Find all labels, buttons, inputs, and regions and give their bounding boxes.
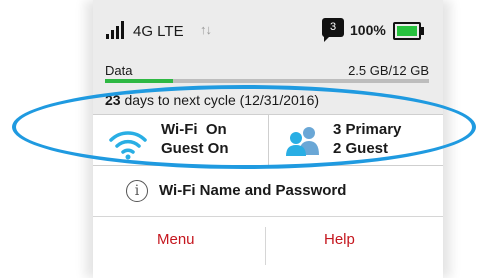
data-usage-bar (105, 79, 429, 83)
battery-fill (397, 26, 417, 36)
billing-cycle-text: 23 days to next cycle (12/31/2016) (105, 92, 319, 108)
battery-tip (421, 27, 424, 35)
status-bar: 4G LTE ↑↓ 3 100% (93, 0, 443, 59)
data-usage-label: Data (105, 63, 133, 78)
divider (265, 227, 266, 265)
wifi-name-password-button[interactable]: i Wi-Fi Name and Password (93, 166, 443, 217)
network-type: 4G LTE (133, 23, 184, 40)
data-usage-fill (105, 79, 174, 83)
message-count-badge[interactable]: 3 (322, 18, 344, 42)
billing-cycle: 23 days to next cycle (12/31/2016) (93, 84, 443, 115)
connection-summary: Wi-Fi On Guest On 3 Primary 2 Guest (93, 115, 443, 166)
wifi-name-password-label: Wi-Fi Name and Password (159, 182, 347, 199)
help-button[interactable]: Help (324, 231, 355, 248)
guest-on-label: Guest On (161, 140, 229, 157)
data-usage-value: 2.5 GB/12 GB (348, 63, 429, 78)
signal-strength-icon (106, 21, 128, 39)
signal-bar (121, 21, 124, 39)
info-icon: i (126, 180, 148, 202)
primary-users-label: 3 Primary (333, 121, 402, 138)
cycle-description: days to next cycle (12/31/2016) (120, 92, 320, 108)
hotspot-screen: 4G LTE ↑↓ 3 100% Data 2.5 GB/12 GB 23 da… (93, 0, 443, 278)
signal-bar (116, 26, 119, 39)
data-usage: Data 2.5 GB/12 GB (93, 58, 443, 84)
users-status-text: 3 Primary 2 Guest (333, 120, 401, 158)
days-remaining: 23 (105, 92, 121, 108)
wifi-on-label: Wi-Fi On (161, 121, 227, 138)
divider (268, 115, 269, 165)
wifi-icon (109, 131, 147, 160)
guest-users-label: 2 Guest (333, 140, 389, 157)
menu-button[interactable]: Menu (157, 231, 195, 248)
users-icon (286, 127, 319, 156)
battery-percent: 100% (350, 22, 386, 38)
up-down-arrows-icon: ↑↓ (200, 22, 212, 37)
bottom-nav: Menu Help (93, 217, 443, 278)
signal-bar (111, 30, 114, 39)
battery-icon (393, 22, 424, 40)
wifi-status-text: Wi-Fi On Guest On (161, 120, 229, 158)
signal-bar (106, 34, 109, 39)
